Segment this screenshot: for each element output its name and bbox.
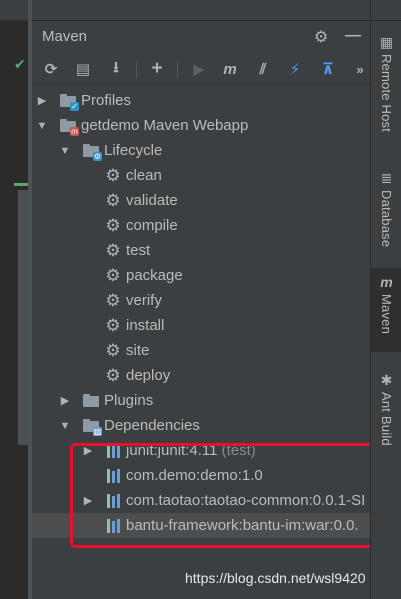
generate-sources-icon[interactable]: ▤ [73,59,93,79]
toolbar-separator [136,61,137,79]
ant-icon: ✱ [380,372,393,388]
tree-node-goal-install[interactable]: ⚙ install [32,313,370,338]
tab-remote-host[interactable]: ▦ Remote Host [371,28,401,132]
tree-node-dependencies[interactable]: ▼ ▥ Dependencies [32,413,370,438]
tree-node-profiles[interactable]: ▶ ✓ Profiles [32,88,370,113]
tree-node-goal-validate[interactable]: ⚙ validate [32,188,370,213]
maven-toolbar: ⟳ ▤ ⭳ + ▶ m ⫽ ⚡ ⊼ » [32,53,370,84]
tree-label: Lifecycle [104,142,163,159]
collapsed-arrow-icon[interactable]: ▶ [59,394,71,407]
tree-node-goal-deploy[interactable]: ⚙ deploy [32,363,370,388]
execute-goal-icon[interactable]: m [220,59,240,79]
profiles-folder-icon: ✓ [59,92,79,111]
tree-node-goal-site[interactable]: ⚙ site [32,338,370,363]
run-icon[interactable]: ▶ [189,59,209,79]
strip-top [371,0,401,21]
tree-label: Dependencies [104,417,200,434]
editor-gutter: ✔ [0,0,32,599]
collapsed-arrow-icon[interactable]: ▶ [36,94,48,107]
maven-panel-header: Maven ⚙ — [32,20,370,53]
tree-label: getdemo Maven Webapp [81,117,249,134]
minimize-icon[interactable]: — [345,27,361,45]
gear-icon: ⚙ [105,240,121,260]
remote-host-icon: ▦ [379,34,394,50]
tree-node-lifecycle[interactable]: ▼ ⚙ Lifecycle [32,138,370,163]
gear-icon: ⚙ [105,340,121,360]
more-icon[interactable]: » [350,59,370,79]
goal-label: install [126,317,165,334]
download-icon[interactable]: ⭳ [106,59,126,79]
plugins-folder-icon [82,392,100,410]
tab-label: Remote Host [379,54,394,133]
tree-node-goal-test[interactable]: ⚙ test [32,238,370,263]
tree-label: Plugins [104,392,154,409]
goal-label: clean [126,167,162,184]
tab-label: Ant Build [379,392,394,446]
change-marker [14,183,28,186]
maven-icon: m [380,274,393,290]
watermark-text: https://blog.csdn.net/wsl9420 [185,570,366,586]
gear-icon: ⚙ [105,290,121,310]
tree-label: Profiles [81,92,132,109]
show-dependencies-icon[interactable]: ⊼ [318,59,338,79]
gear-icon[interactable]: ⚙ [314,27,328,47]
toolbar-separator [177,61,178,79]
expanded-arrow-icon[interactable]: ▼ [59,145,71,157]
lifecycle-folder-icon: ⚙ [82,142,102,161]
tree-node-plugins[interactable]: ▶ Plugins [32,388,370,413]
gear-icon: ⚙ [105,365,121,385]
tree-node-goal-compile[interactable]: ⚙ compile [32,213,370,238]
goal-label: deploy [126,367,171,384]
right-tool-strip: ▦ Remote Host ≣ Database m Maven ✱ Ant B… [370,0,401,599]
tree-node-goal-package[interactable]: ⚙ package [32,263,370,288]
goal-label: package [126,267,183,284]
gear-icon: ⚙ [105,215,121,235]
panel-title: Maven [42,28,88,45]
tab-maven[interactable]: m Maven [371,268,401,352]
inspection-ok-icon: ✔ [14,56,26,72]
gear-icon: ⚙ [105,315,121,335]
toggle-offline-icon[interactable]: ⫽ [253,59,273,79]
tab-label: Database [379,190,394,248]
tab-ant-build[interactable]: ✱ Ant Build [371,366,401,446]
skip-tests-icon[interactable]: ⚡ [285,59,305,79]
tree-node-goal-verify[interactable]: ⚙ verify [32,288,370,313]
maven-project-icon: m [59,117,79,136]
gear-icon: ⚙ [105,190,121,210]
goal-label: validate [126,192,178,209]
goal-label: site [126,342,150,359]
add-icon[interactable]: + [147,58,167,79]
gear-icon: ⚙ [105,265,121,285]
editor-tab-bar [0,0,28,21]
gear-icon: ⚙ [105,165,121,185]
expanded-arrow-icon[interactable]: ▼ [36,120,48,132]
dependencies-folder-icon: ▥ [82,417,102,436]
tree-node-project[interactable]: ▼ m getdemo Maven Webapp [32,113,370,138]
goal-label: compile [126,217,178,234]
reload-icon[interactable]: ⟳ [41,59,61,79]
goal-label: test [126,242,151,259]
goal-label: verify [126,292,162,309]
expanded-arrow-icon[interactable]: ▼ [59,420,71,432]
tab-label: Maven [379,294,394,335]
highlight-box [70,443,381,548]
tab-database[interactable]: ≣ Database [371,164,401,247]
database-icon: ≣ [380,170,393,186]
tree-node-goal-clean[interactable]: ⚙ clean [32,163,370,188]
